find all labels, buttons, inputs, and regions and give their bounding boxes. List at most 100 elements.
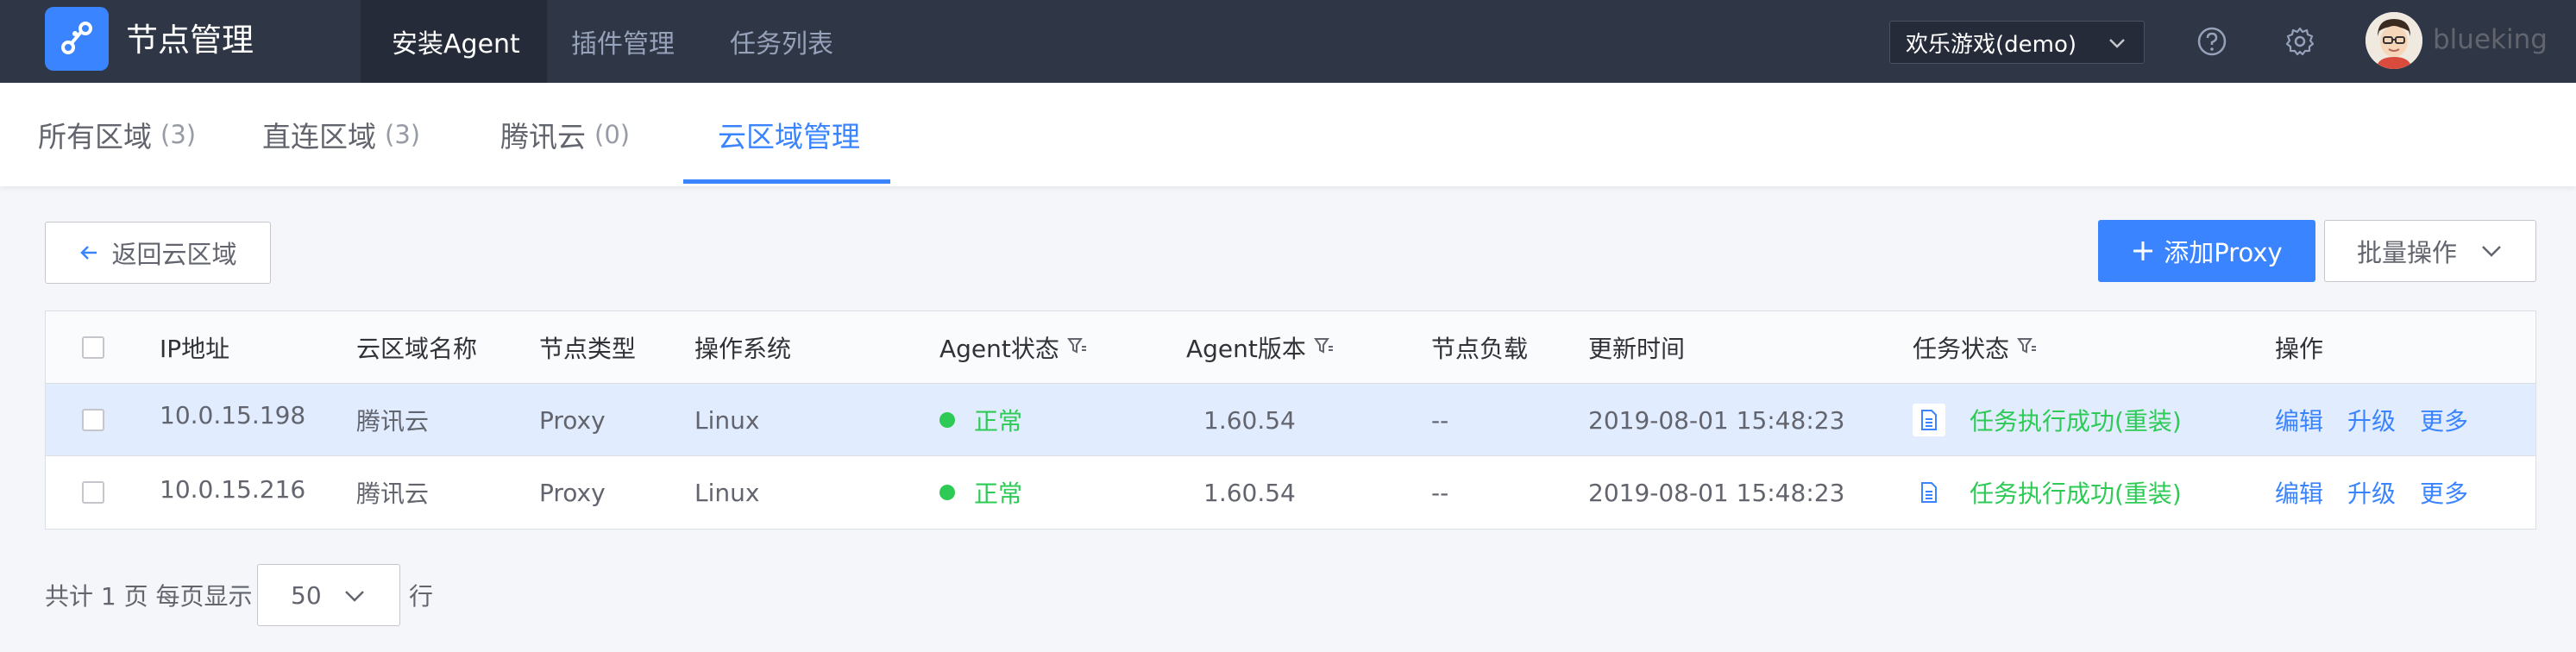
add-proxy-label: 添加Proxy [2164,238,2283,267]
node-type-cell: Proxy [539,405,606,435]
chevron-down-icon [2106,32,2128,60]
nav-install-agent[interactable]: 安装Agent [361,0,547,83]
load-cell: -- [1431,478,1449,507]
node-type-cell: Proxy [539,478,606,507]
tab-label: 直连区域 [262,120,376,154]
app-title: 节点管理 [126,22,254,59]
agent-status-cell: 正常 [939,384,1022,456]
agent-version-cell: 1.60.54 [1203,405,1296,435]
nav-task-list[interactable]: 任务列表 [730,0,833,83]
nodes-logo-icon[interactable] [45,7,109,71]
column-header-task-status[interactable]: 任务状态 [1913,311,2037,384]
filter-icon[interactable] [1066,334,1087,362]
add-proxy-button[interactable]: 添加Proxy [2098,220,2315,282]
batch-operation-dropdown[interactable]: 批量操作 [2324,220,2536,282]
proxy-table: IP地址 云区域名称 节点类型 操作系统 Agent状态 Agent版本 节点负… [45,310,2536,530]
back-button-label: 返回云区域 [111,240,237,269]
cloud-cell: 腾讯云 [356,407,430,436]
task-status-cell: 任务执行成功(重装) [1913,384,2182,456]
actions-cell: 编辑 升级 更多 [2275,456,2468,529]
edit-link[interactable]: 编辑 [2275,403,2323,437]
region-tabs: 所有区域 (3) 直连区域 (3) 腾讯云 (0) 云区域管理 [0,83,2576,186]
row-checkbox[interactable] [82,384,104,456]
back-to-cloud-region-button[interactable]: 返回云区域 [45,222,271,284]
row-checkbox[interactable] [82,456,104,529]
status-dot [939,412,955,428]
actions-cell: 编辑 升级 更多 [2275,384,2468,456]
pagination-suffix: 行 [409,582,434,611]
status-dot [939,485,955,500]
cloud-cell: 腾讯云 [356,480,430,508]
tab-count: (3) [160,120,197,149]
nav-plugin-management[interactable]: 插件管理 [571,0,675,83]
username[interactable]: blueking [2433,24,2548,55]
ip-cell: 10.0.15.216 [160,474,306,504]
business-select-value: 欢乐游戏(demo) [1906,31,2077,58]
document-icon[interactable] [1913,404,1945,436]
tab-direct-regions[interactable]: 直连区域 (3) [262,83,420,186]
column-header: 节点负载 [1431,335,1529,363]
os-cell: Linux [694,405,760,435]
business-select[interactable]: 欢乐游戏(demo) [1889,21,2145,64]
tab-count: (0) [594,120,631,149]
tab-count: (3) [385,120,421,149]
top-navigation: 节点管理 安装Agent 插件管理 任务列表 欢乐游戏(demo) blueki… [0,0,2576,83]
avatar[interactable] [2366,12,2422,69]
page-size-select[interactable]: 50 [257,564,400,626]
upgrade-link[interactable]: 升级 [2347,403,2396,437]
plus-icon [2131,239,2155,263]
nav-item-label: 插件管理 [571,29,675,60]
arrow-left-icon [79,242,99,263]
updated-time-cell: 2019-08-01 15:48:23 [1588,405,1845,435]
nav-item-label: 任务列表 [730,29,833,60]
agent-status-text: 正常 [974,407,1023,436]
task-status-text: 任务执行成功(重装) [1970,407,2182,436]
more-link[interactable]: 更多 [2420,403,2468,437]
task-status-cell: 任务执行成功(重装) [1913,456,2182,529]
nav-item-label: 安装Agent [392,29,520,60]
more-link[interactable]: 更多 [2420,475,2468,510]
batch-operation-label: 批量操作 [2356,238,2457,267]
chevron-down-icon [342,584,367,614]
agent-version-cell: 1.60.54 [1203,478,1296,507]
pagination-summary: 共计 1 页 每页显示 [45,582,253,611]
filter-icon[interactable] [1313,334,1334,362]
task-status-text: 任务执行成功(重装) [1970,480,2182,508]
agent-status-text: 正常 [974,480,1023,508]
tab-label: 云区域管理 [718,120,860,154]
column-header: 操作系统 [694,335,792,363]
column-header: 操作 [2275,335,2324,363]
column-header: 云区域名称 [356,335,478,363]
active-tab-indicator [683,179,890,184]
updated-time-cell: 2019-08-01 15:48:23 [1588,478,1845,507]
column-header-label: Agent状态 [939,335,1059,363]
page-size-value: 50 [291,580,322,610]
tab-label: 腾讯云 [500,120,586,154]
tab-tencent-cloud[interactable]: 腾讯云 (0) [500,83,630,186]
help-icon[interactable] [2196,26,2227,57]
table-row[interactable]: 10.0.15.198 腾讯云 Proxy Linux 正常 1.60.54 -… [46,384,2535,456]
load-cell: -- [1431,405,1449,435]
column-header-label: Agent版本 [1186,335,1306,363]
column-header: IP地址 [160,335,230,363]
gear-icon[interactable] [2284,26,2315,57]
tab-label: 所有区域 [38,120,152,154]
document-icon[interactable] [1913,476,1945,509]
column-header: 更新时间 [1588,335,1686,363]
column-header-agent-status[interactable]: Agent状态 [939,311,1087,384]
tab-cloud-region-management[interactable]: 云区域管理 [718,83,860,186]
agent-status-cell: 正常 [939,456,1022,529]
upgrade-link[interactable]: 升级 [2347,475,2396,510]
chevron-down-icon [2479,239,2504,263]
table-row[interactable]: 10.0.15.216 腾讯云 Proxy Linux 正常 1.60.54 -… [46,456,2535,529]
edit-link[interactable]: 编辑 [2275,475,2323,510]
select-all-checkbox[interactable] [82,311,104,384]
tab-all-regions[interactable]: 所有区域 (3) [38,83,196,186]
column-header-label: 任务状态 [1913,335,2010,363]
filter-icon[interactable] [2016,334,2037,362]
column-header: 节点类型 [539,335,637,363]
os-cell: Linux [694,478,760,507]
column-header-agent-version[interactable]: Agent版本 [1186,311,1334,384]
ip-cell: 10.0.15.198 [160,400,306,429]
table-header: IP地址 云区域名称 节点类型 操作系统 Agent状态 Agent版本 节点负… [46,311,2535,384]
